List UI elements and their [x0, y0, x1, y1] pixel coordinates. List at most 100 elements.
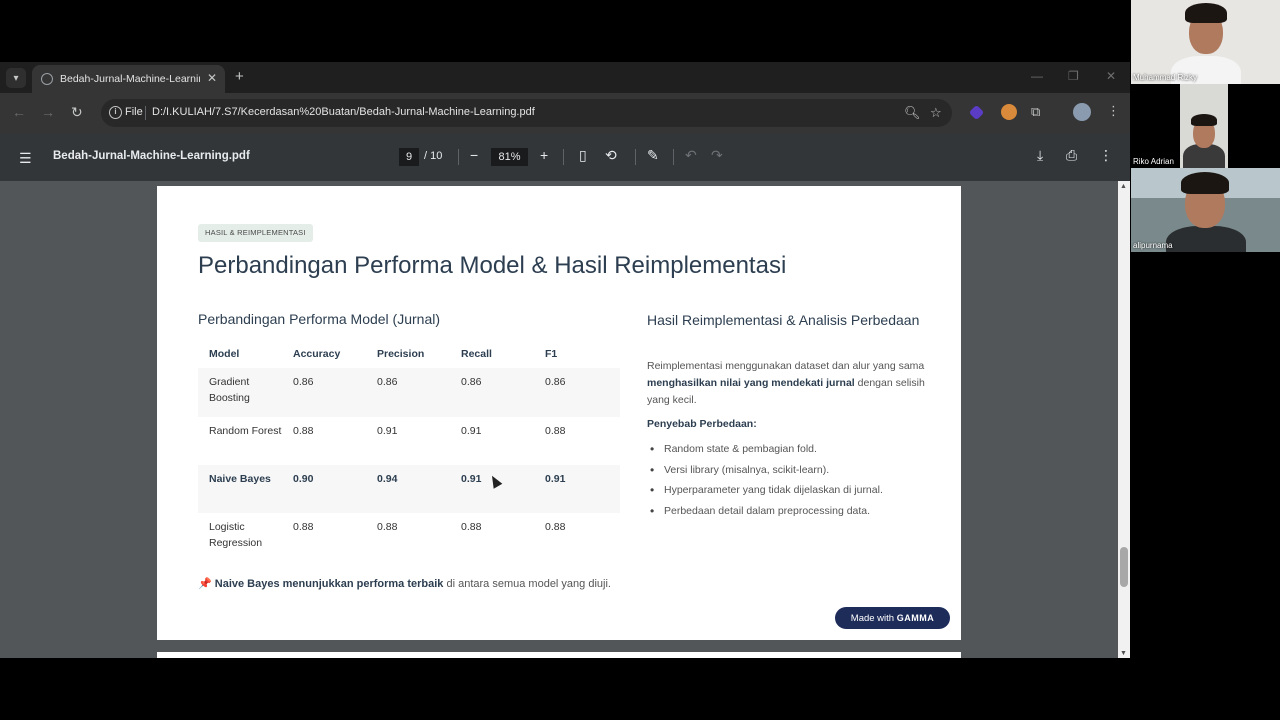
tab-title: Bedah-Jurnal-Machine-Learning [60, 73, 200, 85]
cell-model: Random Forest [209, 425, 282, 437]
menu-kebab-icon[interactable]: ⋮ [1107, 103, 1120, 119]
analysis-heading: Hasil Reimplementasi & Analisis Perbedaa… [647, 312, 920, 328]
table-heading: Perbandingan Performa Model (Jurnal) [198, 311, 441, 327]
cell-precision: 0.91 [377, 425, 398, 437]
scroll-down-icon[interactable]: ▼ [1120, 650, 1127, 657]
annotate-icon[interactable]: ✎ [647, 147, 659, 164]
restore-button[interactable]: ❐ [1068, 69, 1079, 83]
cell-precision: 0.88 [377, 521, 398, 533]
cell-f1: 0.88 [545, 425, 566, 437]
table-row: Logistic Regression 0.88 0.88 0.88 0.88 [198, 513, 620, 561]
cell-recall: 0.91 [461, 425, 482, 437]
causes-title: Penyebab Perbedaan: [647, 418, 757, 430]
participant-silhouette [1166, 226, 1246, 252]
scrollbar-thumb[interactable] [1120, 547, 1128, 587]
performance-table: Model Accuracy Precision Recall F1 Gradi… [198, 339, 620, 561]
table-row: Random Forest 0.88 0.91 0.91 0.88 [198, 417, 620, 465]
extensions-puzzle-icon[interactable]: ⧉ [1031, 104, 1040, 120]
minimize-button[interactable]: — [1031, 69, 1043, 83]
zoom-input[interactable]: 81% [491, 148, 528, 166]
more-options-icon[interactable]: ⋮ [1099, 147, 1113, 164]
rotate-icon[interactable]: ⟲ [605, 147, 617, 164]
address-scheme: File [125, 106, 143, 118]
scrollbar[interactable]: ▲ ▼ [1118, 181, 1130, 658]
pdf-page: HASIL & REIMPLEMENTASI Perbandingan Perf… [157, 186, 961, 640]
column-header: Precision [377, 347, 425, 360]
video-tile[interactable]: alipurnama [1131, 168, 1280, 252]
made-with-label: Made with [850, 613, 897, 624]
column-header: Accuracy [293, 347, 341, 360]
participant-name: alipurnama [1133, 241, 1173, 250]
column-header: Model [209, 347, 240, 360]
pdf-page-next [157, 652, 961, 658]
pdf-toolbar: ☰ Bedah-Jurnal-Machine-Learning.pdf 9 / … [0, 133, 1130, 181]
pushpin-icon: 📌 [198, 578, 212, 590]
participant-hair [1185, 3, 1227, 23]
pdf-filename: Bedah-Jurnal-Machine-Learning.pdf [53, 150, 250, 162]
toolbar-divider [563, 149, 564, 165]
pdf-viewport[interactable]: HASIL & REIMPLEMENTASI Perbandingan Perf… [0, 181, 1118, 658]
download-icon[interactable]: ⤓ [1037, 147, 1043, 164]
list-item: Hyperparameter yang tidak dijelaskan di … [647, 483, 947, 505]
note-bold: Naive Bayes menunjukkan performa terbaik [214, 578, 444, 590]
redo-icon[interactable]: ↷ [711, 147, 723, 164]
zoom-icon[interactable]: 🔍︎ [904, 105, 921, 121]
participant-name: Riko Adrian [1133, 157, 1174, 166]
column-header: Recall [461, 347, 492, 360]
bookmark-star-icon[interactable]: ☆ [930, 105, 942, 121]
extension-icon-2[interactable] [1001, 104, 1017, 120]
page-number-input[interactable]: 9 [399, 148, 419, 166]
analysis-text-bold: menghasilkan nilai yang mendekati jurnal [647, 377, 855, 389]
page-total: / 10 [424, 150, 443, 162]
toolbar-divider [635, 149, 636, 165]
section-badge: HASIL & REIMPLEMENTASI [198, 224, 313, 242]
close-window-button[interactable]: ✕ [1106, 69, 1116, 83]
cell-recall: 0.88 [461, 521, 482, 533]
made-with-gamma-button[interactable]: Made with GAMMA [835, 607, 950, 629]
analysis-paragraph: Reimplementasi menggunakan dataset dan a… [647, 358, 927, 409]
participant-name: Muhammad Rizky [1133, 73, 1198, 82]
cell-recall: 0.91 [461, 473, 482, 485]
slide-title: Perbandingan Performa Model & Hasil Reim… [198, 252, 787, 279]
table-row: Naive Bayes 0.90 0.94 0.91 0.91 [198, 465, 620, 513]
new-tab-button[interactable]: + [235, 68, 244, 85]
scroll-up-icon[interactable]: ▲ [1120, 183, 1127, 190]
cell-precision: 0.94 [377, 473, 398, 485]
cell-model: Gradient Boosting [209, 376, 250, 404]
zoom-out-button[interactable]: − [470, 147, 478, 163]
address-url[interactable]: D:/I.KULIAH/7.S7/Kecerdasan%20Buatan/Bed… [152, 106, 535, 118]
list-item: Perbedaan detail dalam preprocessing dat… [647, 504, 947, 526]
video-tile[interactable]: Muhammad Rizky [1131, 0, 1280, 84]
tab-search-button[interactable]: ▾ [6, 68, 26, 88]
list-item: Versi library (misalnya, scikit-learn). [647, 463, 947, 485]
conclusion-note: 📌 Naive Bayes menunjukkan performa terba… [198, 577, 611, 590]
table-row: Gradient Boosting 0.86 0.86 0.86 0.86 [198, 368, 620, 417]
address-bar[interactable]: i File D:/I.KULIAH/7.S7/Kecerdasan%20Bua… [101, 99, 952, 127]
back-button[interactable]: ← [12, 104, 26, 120]
toolbar-divider [458, 149, 459, 165]
undo-icon[interactable]: ↶ [685, 147, 697, 164]
video-tile[interactable]: Riko Adrian [1131, 84, 1280, 168]
profile-avatar[interactable] [1073, 103, 1091, 121]
zoom-in-button[interactable]: + [540, 147, 548, 163]
info-icon[interactable]: i [109, 106, 122, 119]
participant-hair [1191, 114, 1217, 126]
tab-active[interactable]: Bedah-Jurnal-Machine-Learning ✕ [32, 65, 225, 93]
print-icon[interactable]: ⎙ [1066, 147, 1077, 164]
menu-icon[interactable]: ☰ [19, 150, 32, 167]
cell-f1: 0.88 [545, 521, 566, 533]
fit-page-icon[interactable]: ▯ [579, 147, 587, 164]
list-item: Random state & pembagian fold. [647, 442, 947, 464]
tab-strip: ▾ Bedah-Jurnal-Machine-Learning ✕ + — ❐ … [0, 62, 1130, 93]
extension-icon[interactable] [968, 104, 985, 121]
close-tab-icon[interactable]: ✕ [207, 71, 217, 85]
participant-hair [1181, 172, 1229, 194]
cell-accuracy: 0.88 [293, 521, 314, 533]
address-separator [145, 106, 146, 120]
reload-button[interactable]: ↻ [71, 104, 83, 121]
cell-model: Naive Bayes [209, 473, 271, 485]
note-rest: di antara semua model yang diuji. [443, 578, 611, 590]
forward-button[interactable]: → [41, 104, 55, 120]
cell-recall: 0.86 [461, 376, 482, 388]
browser-window: ▾ Bedah-Jurnal-Machine-Learning ✕ + — ❐ … [0, 62, 1130, 658]
